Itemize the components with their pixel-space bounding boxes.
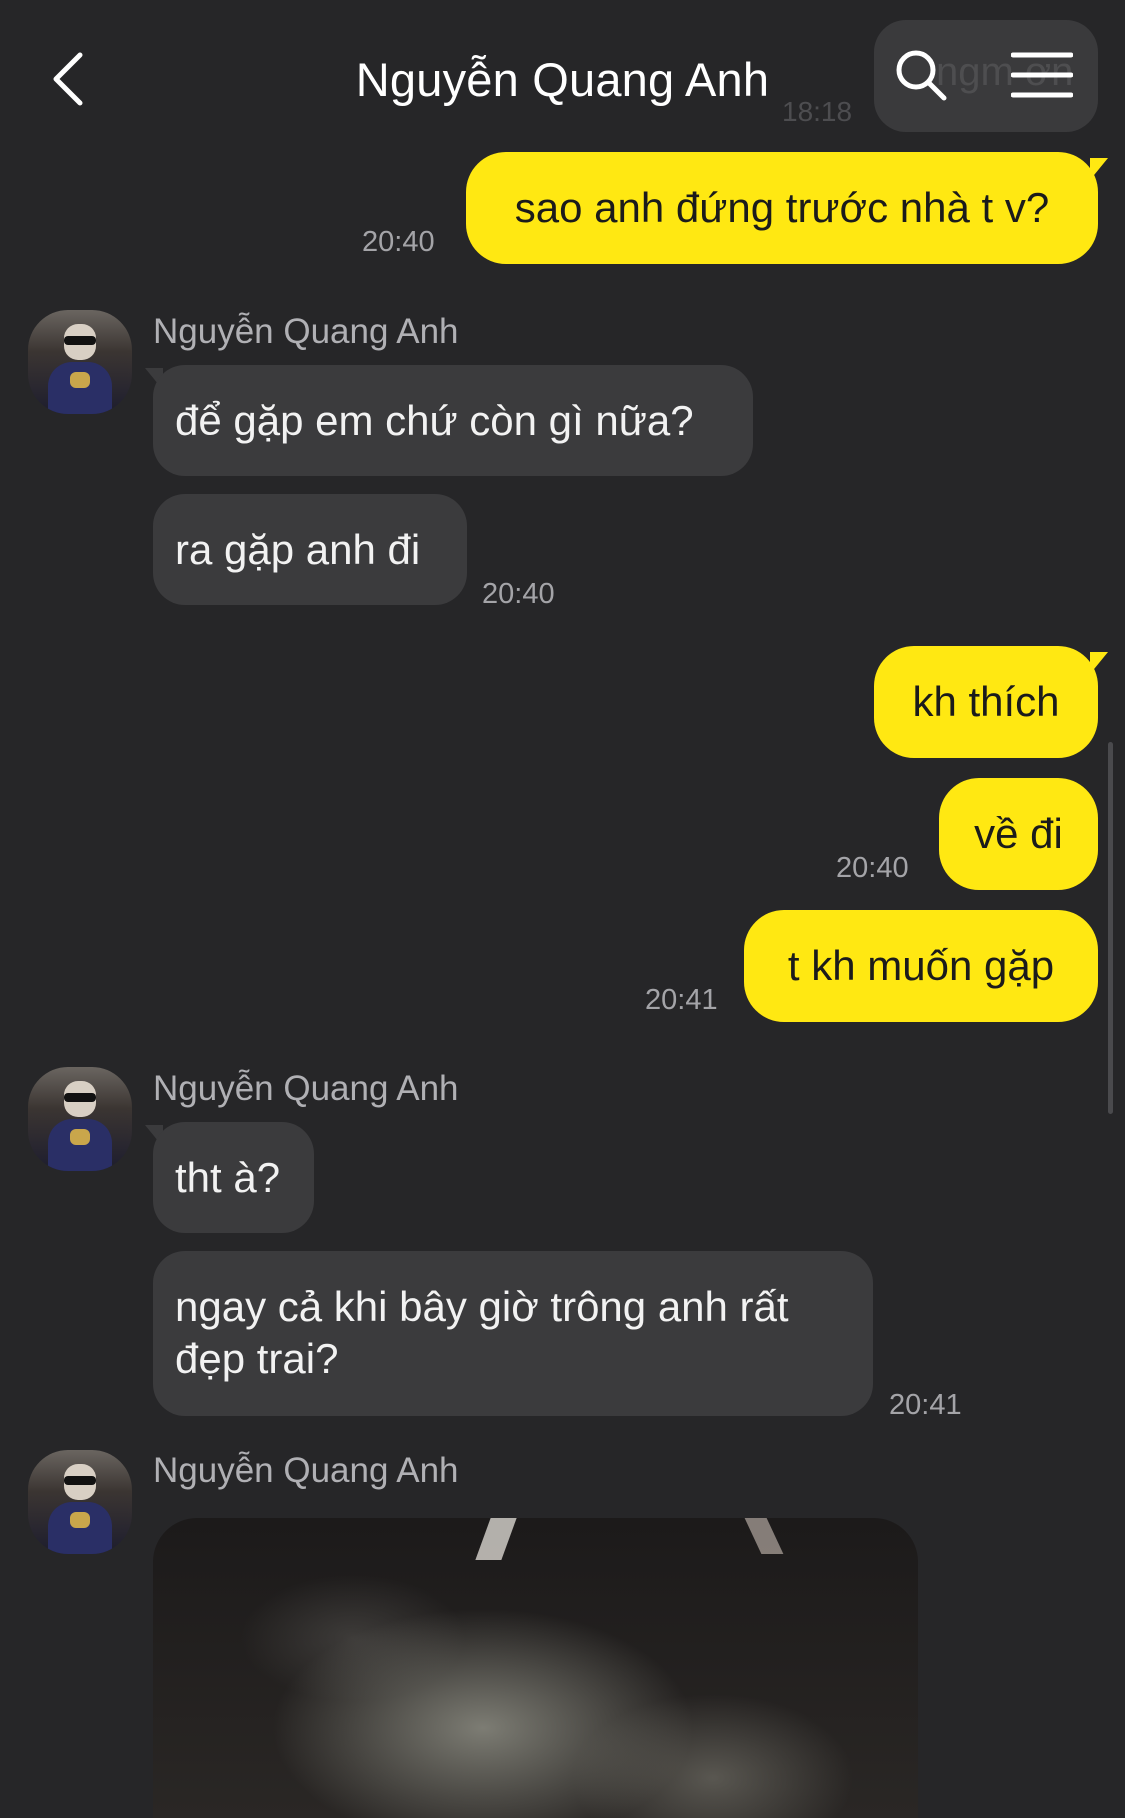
avatar-chain <box>70 1512 90 1528</box>
avatar-chain <box>70 372 90 388</box>
bubble-tail <box>1090 652 1108 674</box>
incoming-message[interactable]: ra gặp anh đi <box>153 494 467 605</box>
avatar[interactable] <box>28 1067 132 1171</box>
search-button[interactable] <box>888 42 954 108</box>
message-timestamp: 20:41 <box>645 984 718 1016</box>
message-timestamp: 20:40 <box>482 578 555 610</box>
avatar-shirt <box>48 362 112 414</box>
search-icon <box>896 50 947 101</box>
avatar[interactable] <box>28 1450 132 1554</box>
sender-name: Nguyễn Quang Anh <box>153 312 459 351</box>
sender-name: Nguyễn Quang Anh <box>153 1069 459 1108</box>
back-button[interactable] <box>38 46 98 112</box>
outgoing-message[interactable]: sao anh đứng trước nhà t v? <box>466 152 1098 264</box>
bubble-tail <box>1090 158 1108 180</box>
outgoing-message[interactable]: t kh muốn gặp <box>744 910 1098 1022</box>
avatar-chain <box>70 1129 90 1145</box>
photo-highlight <box>475 1518 517 1560</box>
scrollbar[interactable] <box>1108 742 1113 1114</box>
message-timestamp: 20:41 <box>889 1389 962 1421</box>
avatar[interactable] <box>28 310 132 414</box>
incoming-message[interactable]: tht à? <box>153 1122 314 1233</box>
avatar-shirt <box>48 1119 112 1171</box>
avatar-glasses <box>64 336 96 345</box>
chat-header: Nguyễn Quang Anh 18:18 ngm ơn <box>0 0 1125 150</box>
outgoing-message[interactable]: kh thích <box>874 646 1098 758</box>
incoming-message[interactable]: để gặp em chứ còn gì nữa? <box>153 365 753 476</box>
partial-timestamp: 18:18 <box>782 96 853 127</box>
outgoing-message[interactable]: về đi <box>939 778 1098 890</box>
incoming-message[interactable]: ngay cả khi bây giờ trông anh rất đẹp tr… <box>153 1251 873 1416</box>
message-timestamp: 20:40 <box>836 852 909 884</box>
message-timestamp: 20:40 <box>362 226 435 258</box>
photo-highlight <box>744 1518 784 1554</box>
sender-name: Nguyễn Quang Anh <box>153 1451 459 1490</box>
chevron-left-icon <box>53 52 83 106</box>
avatar-glasses <box>64 1093 96 1102</box>
menu-button[interactable] <box>1002 42 1082 108</box>
header-actions: ngm ơn <box>874 20 1098 132</box>
avatar-shirt <box>48 1502 112 1554</box>
avatar-glasses <box>64 1476 96 1485</box>
hamburger-menu-icon <box>1011 52 1073 98</box>
image-message[interactable] <box>153 1518 918 1818</box>
